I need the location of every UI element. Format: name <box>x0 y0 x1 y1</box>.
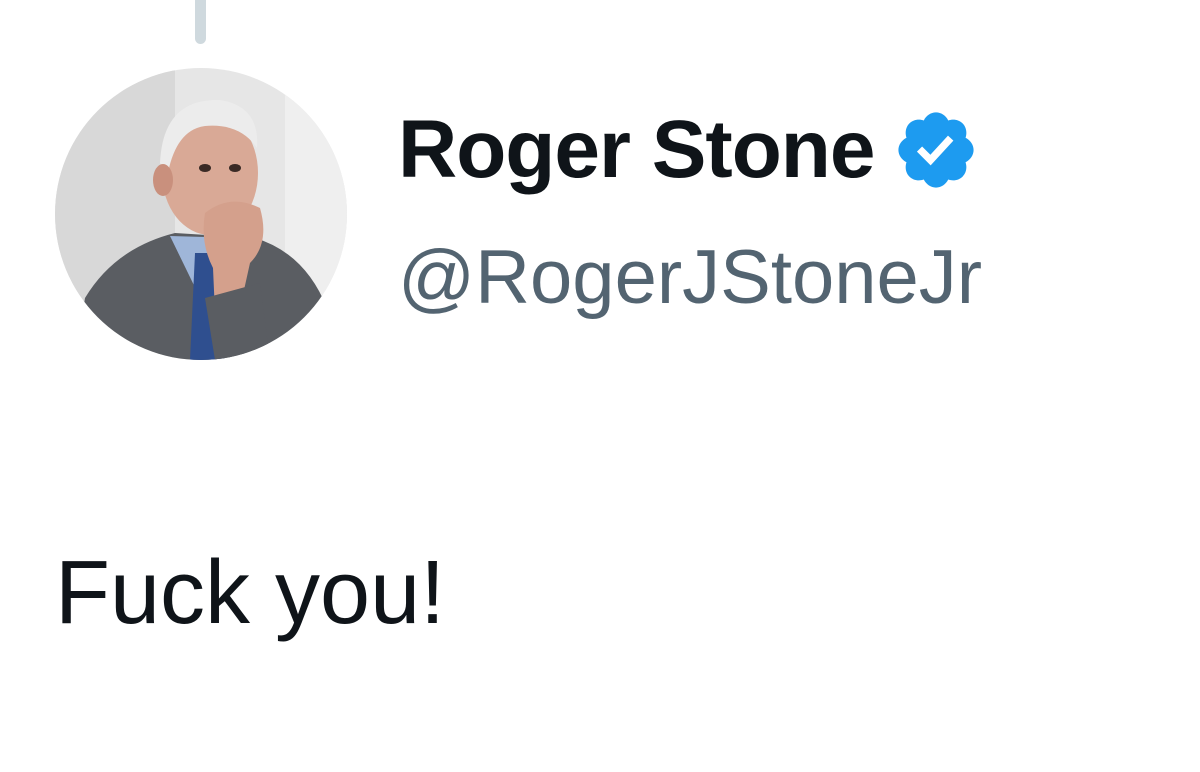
profile-photo <box>55 68 347 360</box>
verified-badge-icon[interactable] <box>892 106 980 194</box>
avatar[interactable] <box>55 68 347 360</box>
author-display-name[interactable]: Roger Stone <box>398 100 875 200</box>
author-handle[interactable]: @RogerJStoneJr <box>398 228 982 328</box>
thread-connector-line <box>195 0 206 44</box>
tweet-text: Fuck you! <box>55 543 446 643</box>
author-name-row: Roger Stone <box>398 100 980 200</box>
